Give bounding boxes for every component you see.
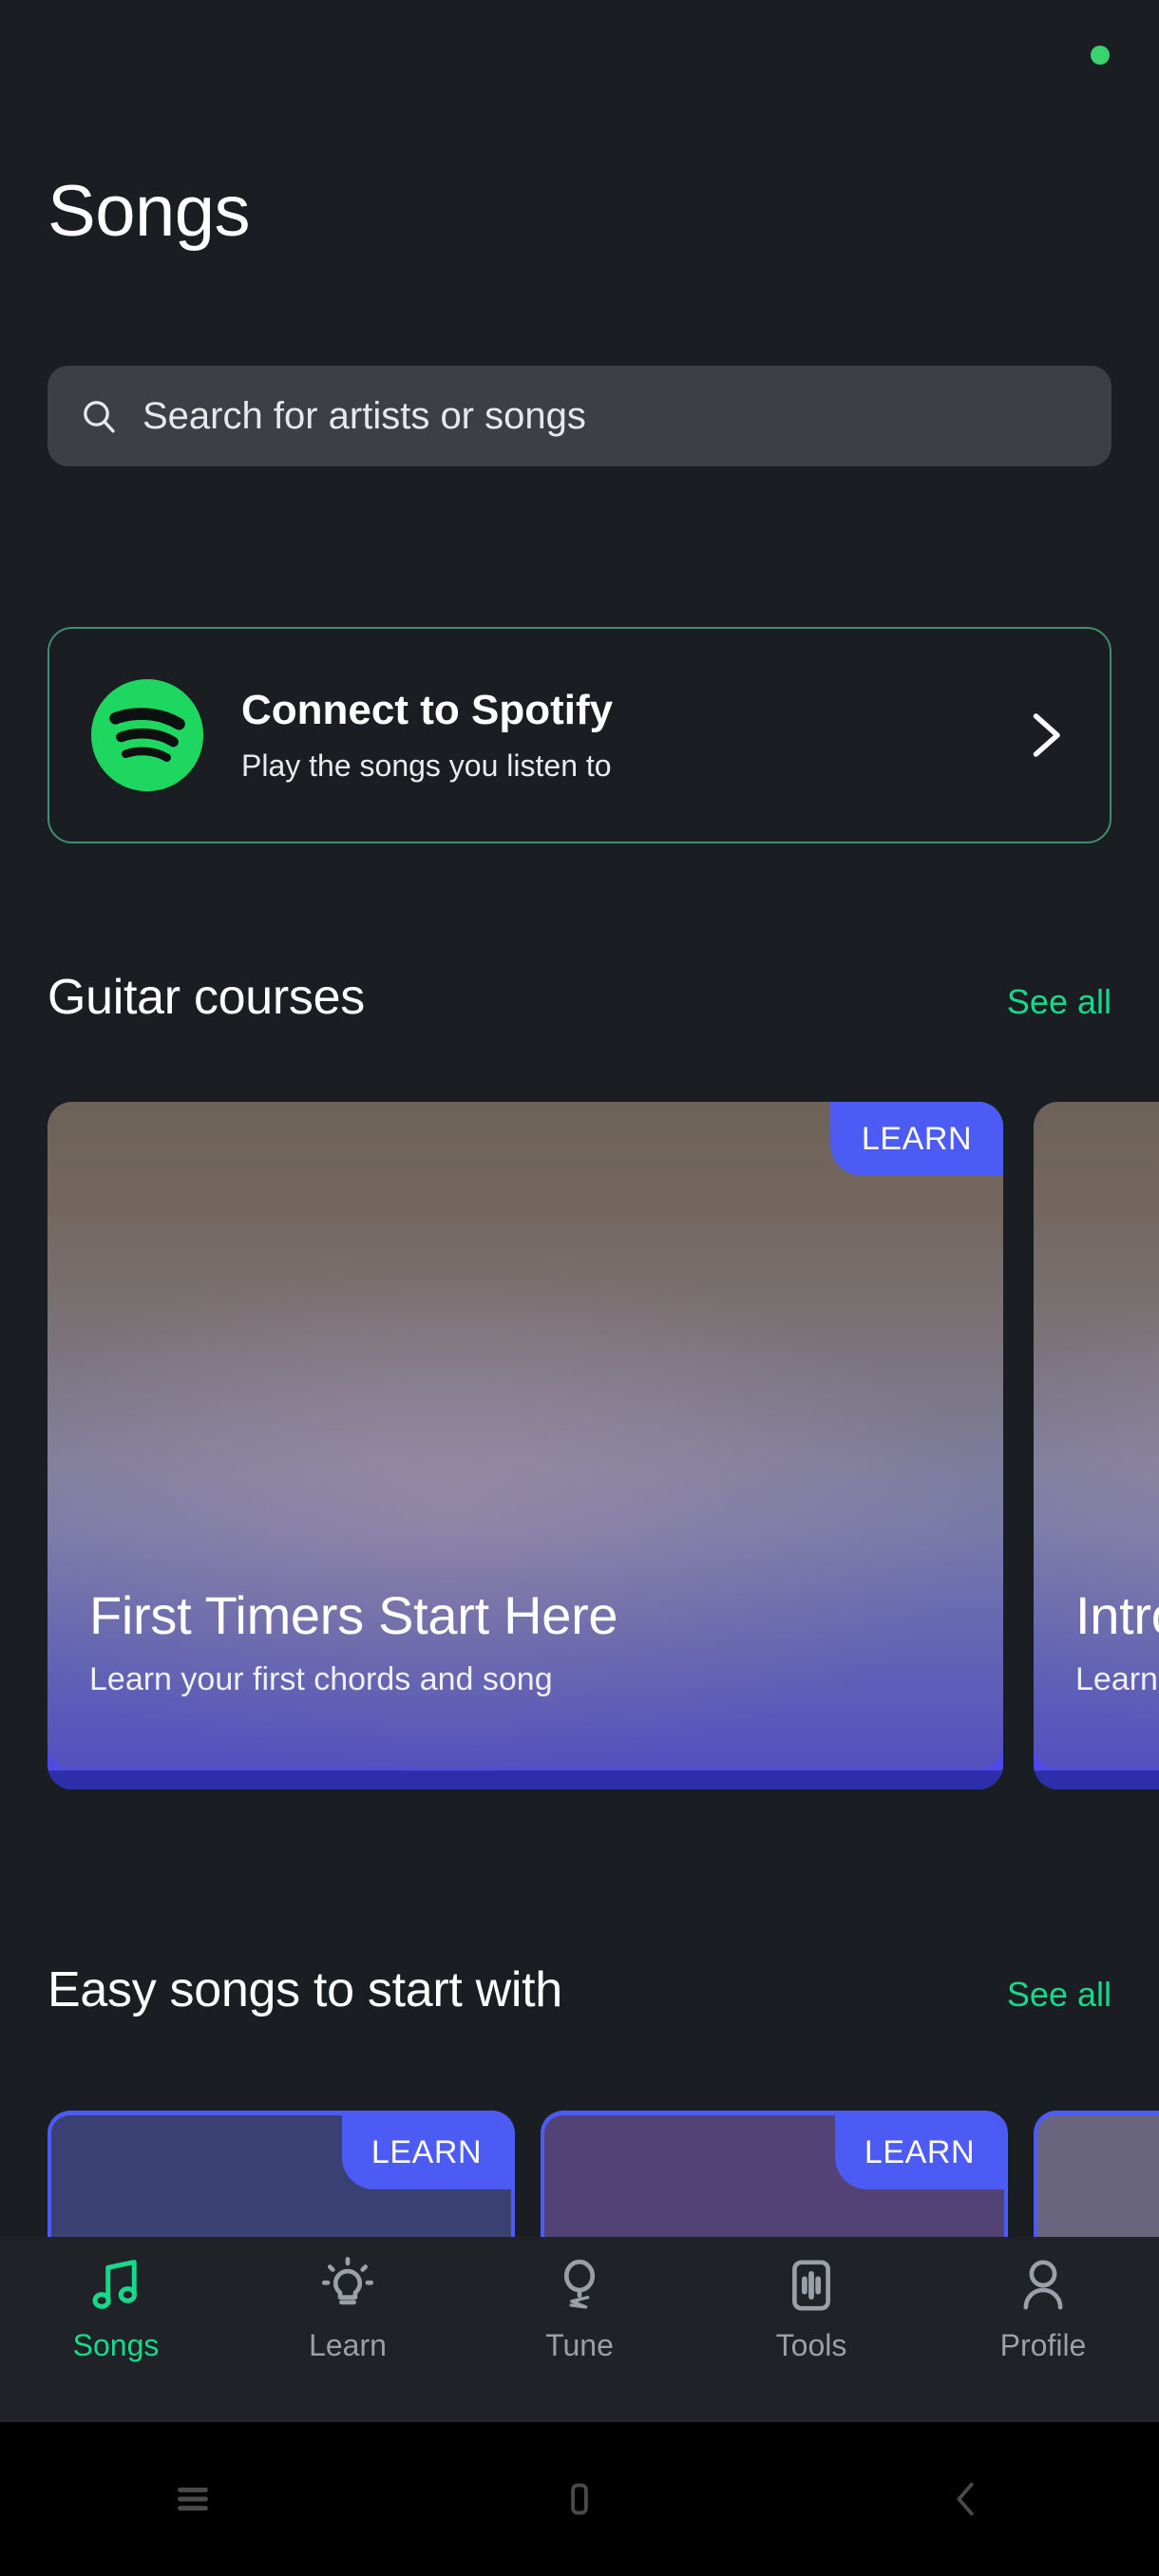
section-title: Guitar courses xyxy=(48,970,365,1025)
nav-label: Learn xyxy=(309,2328,387,2362)
nav-item-tools[interactable]: Tools xyxy=(695,2254,927,2363)
nav-label: Tools xyxy=(775,2328,847,2362)
learn-badge: LEARN xyxy=(830,1102,1003,1176)
lightbulb-icon xyxy=(316,2254,379,2317)
spotify-card-title: Connect to Spotify xyxy=(241,687,614,734)
nav-item-learn[interactable]: Learn xyxy=(232,2254,464,2363)
home-button[interactable] xyxy=(522,2461,636,2537)
recording-status-dot xyxy=(1091,46,1110,65)
card-stack-shadow xyxy=(48,1771,1003,1790)
course-card-subtitle: Learn your first chords and song xyxy=(89,1661,553,1697)
course-card[interactable]: Intro to Guitar Learn the basics xyxy=(1034,1102,1159,1790)
nav-label: Profile xyxy=(999,2328,1087,2362)
nav-item-songs[interactable]: Songs xyxy=(0,2254,232,2363)
spotify-logo-icon xyxy=(87,675,207,795)
course-card-title: First Timers Start Here xyxy=(89,1585,618,1645)
hamburger-icon xyxy=(171,2477,215,2521)
course-card[interactable]: LEARN First Timers Start Here Learn your… xyxy=(48,1102,1003,1790)
course-card-subtitle: Learn the basics xyxy=(1075,1661,1159,1697)
search-placeholder: Search for artists or songs xyxy=(142,394,586,437)
equalizer-icon xyxy=(780,2254,843,2317)
section-header-guitar-courses: Guitar courses See all xyxy=(48,969,1112,1026)
guitar-courses-carousel[interactable]: LEARN First Timers Start Here Learn your… xyxy=(0,1102,1159,1824)
nav-item-profile[interactable]: Profile xyxy=(927,2254,1159,2363)
nav-item-tune[interactable]: Tune xyxy=(464,2254,695,2363)
chevron-right-icon[interactable] xyxy=(1015,707,1072,764)
music-note-icon xyxy=(85,2254,147,2317)
learn-badge: LEARN xyxy=(835,2115,1004,2189)
nav-label: Songs xyxy=(72,2328,160,2362)
back-button[interactable] xyxy=(909,2461,1023,2537)
person-icon xyxy=(1012,2254,1074,2317)
chevron-left-icon xyxy=(944,2477,988,2521)
card-stack-shadow xyxy=(1034,1771,1159,1790)
section-title: Easy songs to start with xyxy=(48,1962,562,2017)
bottom-navigation-bar: Songs Learn Tune Tools Profile xyxy=(0,2237,1159,2422)
see-all-link-easy-songs[interactable]: See all xyxy=(1007,1975,1112,2015)
search-input[interactable]: Search for artists or songs xyxy=(48,366,1112,466)
search-icon xyxy=(80,397,118,435)
nav-label: Tune xyxy=(545,2328,614,2362)
spotify-card-subtitle: Play the songs you listen to xyxy=(241,748,612,783)
learn-badge: LEARN xyxy=(342,2115,511,2189)
connect-to-spotify-card[interactable]: Connect to Spotify Play the songs you li… xyxy=(48,627,1112,843)
android-system-navigation xyxy=(0,2422,1159,2576)
tuning-fork-icon xyxy=(548,2254,611,2317)
course-card-title: Intro to Guitar xyxy=(1075,1585,1159,1645)
course-card-text: First Timers Start Here Learn your first… xyxy=(89,1584,975,1698)
recents-button[interactable] xyxy=(136,2461,250,2537)
section-header-easy-songs: Easy songs to start with See all xyxy=(48,1961,1112,2018)
square-icon xyxy=(558,2477,601,2521)
course-card-text: Intro to Guitar Learn the basics xyxy=(1075,1584,1159,1698)
spotify-card-text: Connect to Spotify Play the songs you li… xyxy=(241,687,1015,784)
app-screen: Songs Search for artists or songs Connec… xyxy=(0,0,1159,2576)
see-all-link-guitar-courses[interactable]: See all xyxy=(1007,982,1112,1022)
page-title: Songs xyxy=(48,171,251,252)
